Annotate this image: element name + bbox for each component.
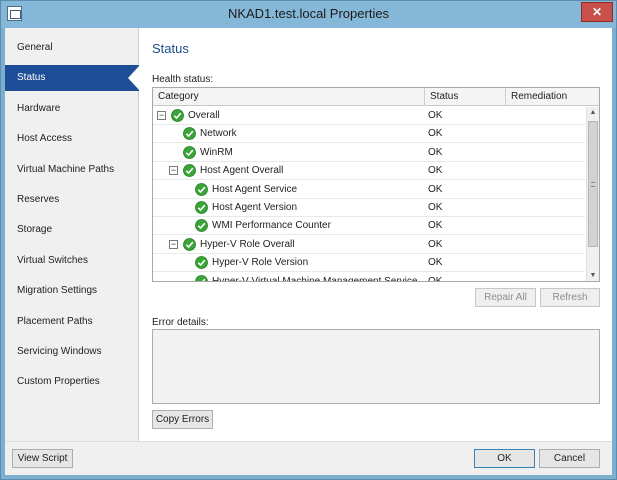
nav-item-custom-properties[interactable]: Custom Properties	[5, 369, 139, 395]
view-script-button[interactable]: View Script	[12, 449, 73, 468]
ok-check-icon	[183, 164, 196, 178]
column-header-status[interactable]: Status	[425, 88, 506, 106]
health-status-label: Health status:	[152, 74, 214, 85]
nav-item-servicing-windows[interactable]: Servicing Windows	[5, 339, 139, 365]
ok-check-icon	[195, 219, 208, 233]
scroll-down-icon[interactable]: ▼	[587, 270, 599, 281]
table-row[interactable]: Hyper-V Role Version OK	[153, 254, 585, 273]
table-row[interactable]: Host Agent Service OK	[153, 181, 585, 199]
row-status: OK	[428, 183, 443, 195]
scroll-up-icon[interactable]: ▲	[587, 107, 599, 119]
window-title: NKAD1.test.local Properties	[227, 6, 390, 21]
nav-item-hardware[interactable]: Hardware	[5, 96, 139, 122]
row-status: OK	[428, 146, 443, 158]
close-button[interactable]: ✕	[581, 2, 613, 22]
dialog-client: General Status Hardware Host Access Virt…	[5, 28, 612, 475]
ok-check-icon	[195, 274, 208, 281]
table-row[interactable]: − Overall OK	[153, 107, 585, 125]
row-status: OK	[428, 220, 443, 232]
cancel-button[interactable]: Cancel	[539, 449, 600, 468]
refresh-button[interactable]: Refresh	[540, 288, 600, 307]
nav-item-migration-settings[interactable]: Migration Settings	[5, 278, 139, 304]
table-row[interactable]: Network OK	[153, 125, 585, 144]
nav-item-general[interactable]: General	[5, 35, 139, 61]
row-category: Hyper-V Role Overall	[200, 238, 295, 250]
title-bar[interactable]: NKAD1.test.local Properties ✕	[1, 1, 616, 28]
nav-item-status[interactable]: Status	[5, 65, 140, 91]
collapse-icon[interactable]: −	[169, 166, 178, 176]
table-row[interactable]: − Host Agent Overall OK	[153, 162, 585, 181]
row-status: OK	[428, 110, 443, 121]
table-row[interactable]: WinRM OK	[153, 144, 585, 162]
collapse-icon[interactable]: −	[157, 111, 166, 120]
ok-check-icon	[195, 182, 208, 196]
nav-item-host-access[interactable]: Host Access	[5, 126, 139, 152]
collapse-icon[interactable]: −	[169, 239, 178, 249]
ok-button[interactable]: OK	[474, 449, 535, 468]
row-category: WMI Performance Counter	[212, 220, 331, 232]
error-details-label: Error details:	[152, 317, 209, 328]
dialog-footer: View Script OK Cancel	[5, 441, 612, 475]
grid-rows: − Overall OK Network OK WinRM OK − Host Agent Ov…	[153, 107, 585, 282]
properties-window: NKAD1.test.local Properties ✕ General St…	[0, 0, 617, 480]
table-row[interactable]: Host Agent Version OK	[153, 199, 585, 217]
nav-item-virtual-machine-paths[interactable]: Virtual Machine Paths	[5, 157, 139, 183]
row-category: Overall	[188, 110, 220, 121]
row-category: Host Agent Overall	[200, 165, 284, 177]
nav-item-storage[interactable]: Storage	[5, 217, 139, 243]
table-row[interactable]: Hyper-V Virtual Machine Management Servi…	[153, 273, 585, 282]
error-details-box[interactable]	[152, 329, 600, 404]
nav-item-placement-paths[interactable]: Placement Paths	[5, 309, 139, 335]
row-status: OK	[428, 128, 443, 140]
ok-check-icon	[195, 256, 208, 270]
row-category: Hyper-V Virtual Machine Management Servi…	[212, 275, 418, 282]
row-category: Host Agent Version	[212, 202, 298, 213]
ok-check-icon	[183, 145, 196, 159]
grid-scrollbar[interactable]: ▲ ▼	[586, 107, 599, 281]
row-category: WinRM	[200, 146, 233, 158]
ok-check-icon	[183, 237, 196, 251]
nav-item-reserves[interactable]: Reserves	[5, 187, 139, 213]
nav-item-virtual-switches[interactable]: Virtual Switches	[5, 248, 139, 274]
ok-check-icon	[195, 201, 208, 214]
health-status-grid[interactable]: Category Status Remediation − Overall OK Ne…	[152, 87, 600, 282]
row-status: OK	[428, 257, 443, 269]
table-row[interactable]: − Hyper-V Role Overall OK	[153, 236, 585, 254]
row-status: OK	[428, 275, 443, 282]
grip-icon	[591, 182, 595, 187]
grid-header: Category Status Remediation	[153, 88, 599, 106]
scroll-thumb[interactable]	[588, 121, 598, 247]
row-status: OK	[428, 202, 443, 213]
copy-errors-button[interactable]: Copy Errors	[152, 410, 213, 429]
ok-check-icon	[171, 109, 184, 122]
page-title: Status	[152, 41, 189, 56]
row-category: Hyper-V Role Version	[212, 257, 309, 269]
row-category: Host Agent Service	[212, 183, 298, 195]
settings-nav: General Status Hardware Host Access Virt…	[5, 28, 140, 441]
repair-all-button[interactable]: Repair All	[475, 288, 536, 307]
column-header-category[interactable]: Category	[153, 88, 425, 106]
nav-item-label: Status	[17, 72, 46, 83]
row-status: OK	[428, 165, 443, 177]
table-row[interactable]: WMI Performance Counter OK	[153, 217, 585, 236]
status-page: Status Health status: Category Status Re…	[139, 28, 612, 441]
row-category: Network	[200, 128, 237, 140]
column-header-remediation[interactable]: Remediation	[506, 88, 599, 106]
row-status: OK	[428, 238, 443, 250]
ok-check-icon	[183, 127, 196, 141]
